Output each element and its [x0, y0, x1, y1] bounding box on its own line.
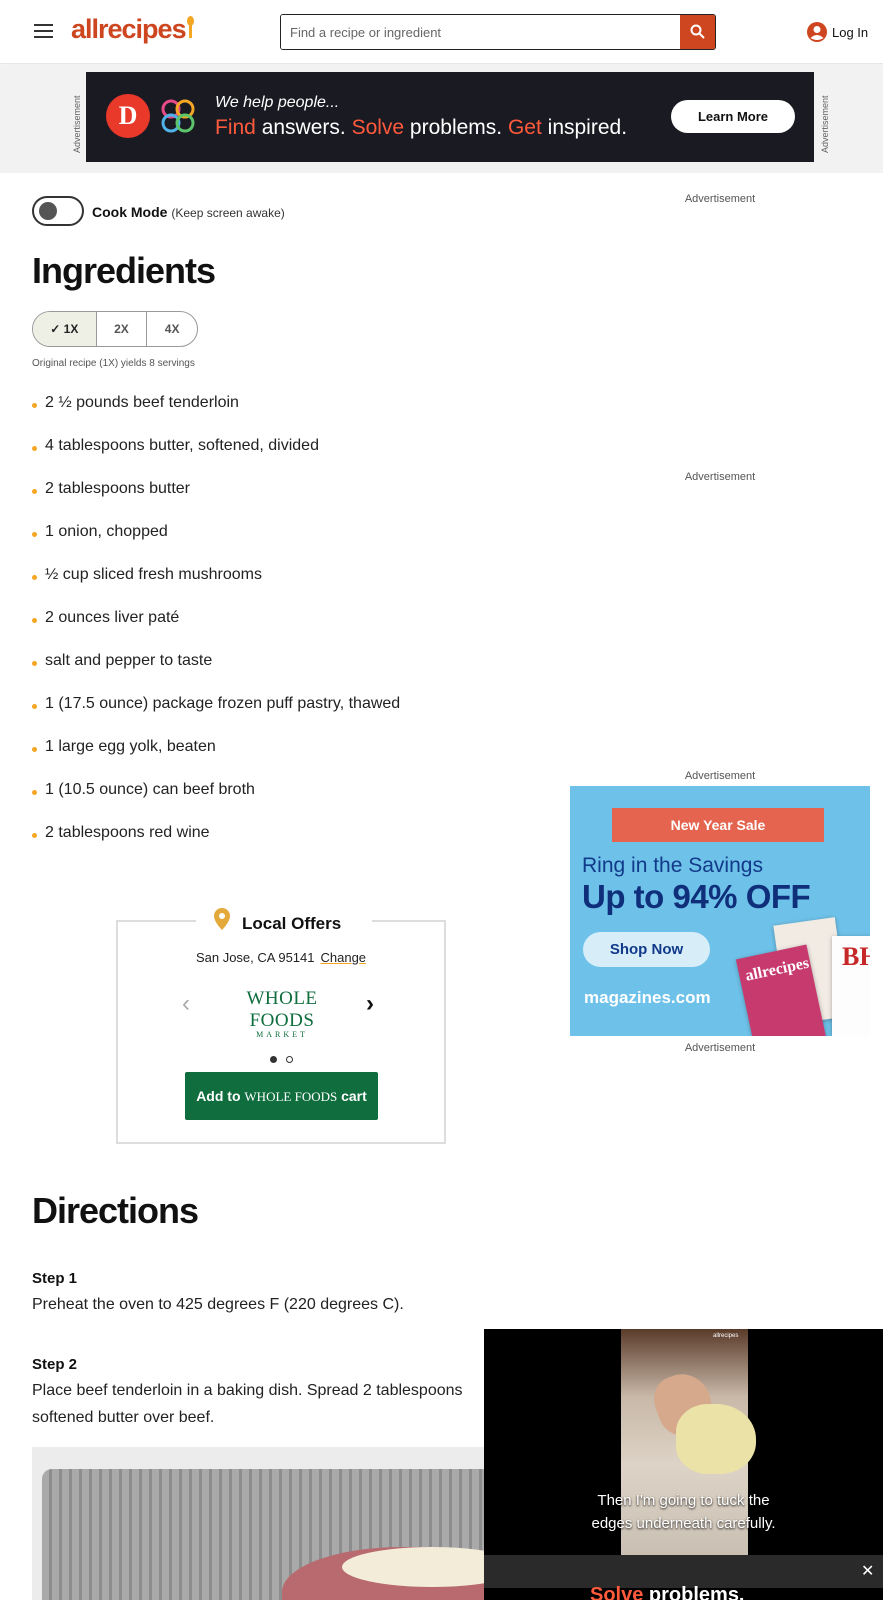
ad-peek-text: Solve problems. — [590, 1584, 745, 1600]
map-pin-icon — [214, 908, 230, 930]
cook-mode-toggle[interactable] — [32, 196, 84, 226]
magazine-ad[interactable]: New Year Sale Ring in the Savings Up to … — [570, 786, 870, 1036]
ingredient-item: ½ cup sliced fresh mushrooms — [32, 566, 400, 609]
ad-tagline: We help people... — [215, 94, 340, 111]
local-offers-widget: Local Offers San Jose, CA 95141 Change ‹ … — [116, 906, 446, 1144]
ingredient-item: 1 (17.5 ounce) package frozen puff pastr… — [32, 695, 400, 738]
knot-logo-icon — [161, 99, 195, 133]
ingredient-item: 4 tablespoons butter, softened, divided — [32, 437, 400, 480]
search-input[interactable] — [281, 15, 681, 49]
whole-foods-logo: WHOLE FOODS MARKET — [246, 988, 318, 1039]
ad-label: Advertisement — [684, 1042, 756, 1054]
add-to-whole-foods-cart-button[interactable]: Add to WHOLE FOODS cart — [185, 1072, 378, 1120]
scale-4x-button[interactable]: 4X — [147, 312, 197, 346]
search-bar — [280, 14, 716, 50]
magazine-cover-bhg: BH — [832, 936, 870, 1036]
search-icon — [690, 24, 705, 39]
ad-side-label-right: Advertisement — [820, 95, 830, 153]
step-label: Step 2 — [32, 1356, 78, 1373]
ingredient-item: salt and pepper to taste — [32, 652, 400, 695]
ad-label: Advertisement — [684, 770, 756, 782]
search-button[interactable] — [680, 15, 715, 49]
learn-more-button[interactable]: Learn More — [671, 100, 795, 133]
login-label: Log In — [832, 25, 869, 40]
video-brand: allrecipes — [713, 1333, 739, 1339]
top-banner-ad[interactable]: D We help people... Find answers. Solve … — [86, 72, 814, 162]
local-offers-title: Local Offers — [196, 906, 372, 936]
site-logo[interactable]: allrecipes — [71, 14, 194, 45]
user-circle-icon — [807, 22, 827, 42]
sale-ribbon: New Year Sale — [612, 808, 824, 842]
ingredient-item: 1 onion, chopped — [32, 523, 400, 566]
servings-scale-toggle: ✓ 1X 2X 4X — [32, 311, 198, 347]
ad-line-1: Ring in the Savings — [582, 854, 763, 877]
yield-note: Original recipe (1X) yields 8 servings — [32, 358, 195, 369]
ingredient-item: 1 large egg yolk, beaten — [32, 738, 400, 781]
site-header: allrecipes Log In — [0, 0, 883, 64]
step-label: Step 1 — [32, 1270, 78, 1287]
ad-headline: Find answers. Solve problems. Get inspir… — [215, 116, 628, 139]
video-caption: Then I'm going to tuck the edges undernea… — [591, 1492, 776, 1532]
hamburger-icon[interactable] — [34, 24, 53, 39]
ingredient-item: 1 (10.5 ounce) can beef broth — [32, 781, 400, 824]
ingredient-item: 2 tablespoons butter — [32, 480, 400, 523]
chevron-left-icon[interactable]: ‹ — [182, 990, 190, 1018]
video-player[interactable]: allrecipes Then I'm going to tuck the edg… — [484, 1329, 883, 1600]
ingredients-heading: Ingredients — [32, 250, 216, 291]
ingredient-item: 2 tablespoons red wine — [32, 824, 400, 867]
close-icon[interactable]: ✕ — [861, 1561, 874, 1581]
spoon-icon — [186, 16, 194, 40]
shop-now-button[interactable]: Shop Now — [583, 932, 710, 967]
ad-line-2: Up to 94% OFF — [582, 878, 811, 915]
top-ad-container: Advertisement D We help people... Find a… — [0, 65, 883, 173]
cook-mode-label: Cook Mode (Keep screen awake) — [92, 204, 285, 220]
carousel-dot[interactable] — [270, 1056, 277, 1063]
scale-2x-button[interactable]: 2X — [97, 312, 148, 346]
carousel-dots — [270, 1050, 302, 1068]
chevron-right-icon[interactable]: › — [366, 990, 374, 1018]
magazines-logo: magazines.com — [584, 988, 711, 1007]
ingredient-item: 2 ounces liver paté — [32, 609, 400, 652]
scale-1x-button[interactable]: ✓ 1X — [33, 312, 97, 346]
carousel-dot[interactable] — [286, 1056, 293, 1063]
ad-side-label-left: Advertisement — [72, 95, 82, 153]
ad-label: Advertisement — [684, 471, 756, 483]
directions-heading: Directions — [32, 1190, 199, 1231]
ad-label: Advertisement — [684, 193, 756, 205]
change-location-link[interactable]: Change — [320, 950, 366, 965]
location-line: San Jose, CA 95141 Change — [195, 950, 367, 965]
step-text: Place beef tenderloin in a baking dish. … — [32, 1382, 463, 1426]
step-text: Preheat the oven to 425 degrees F (220 d… — [32, 1296, 404, 1313]
brand-d-logo: D — [106, 94, 150, 138]
ingredient-item: 2 ½ pounds beef tenderloin — [32, 394, 400, 437]
ingredient-list: 2 ½ pounds beef tenderloin 4 tablespoons… — [32, 394, 400, 867]
step-photo — [32, 1447, 532, 1600]
